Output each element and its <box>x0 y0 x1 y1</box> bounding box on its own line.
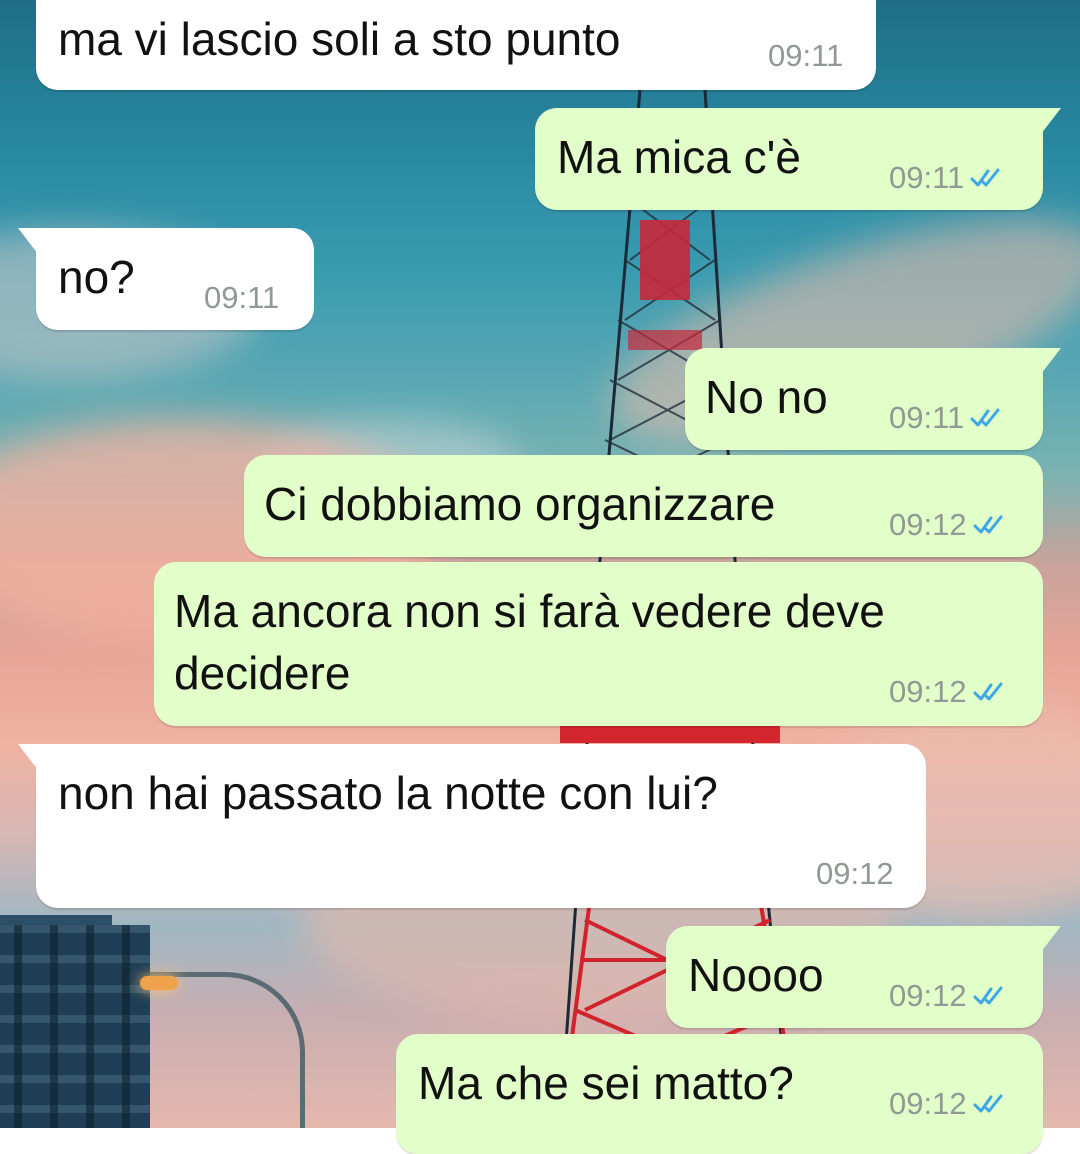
read-receipt-icon <box>973 682 1003 701</box>
message-bubble-outgoing[interactable]: Ma mica c'è 09:11 <box>535 108 1061 210</box>
message-bubble-incoming[interactable]: ma vi lascio soli a sto punto 09:11 <box>36 0 876 90</box>
message-meta: 09:11 <box>204 280 279 316</box>
chat-conversation: ma vi lascio soli a sto punto 09:11 Ma m… <box>0 0 1080 1154</box>
read-receipt-icon <box>970 408 1000 427</box>
message-text: Ma ancora non si farà vedere deve decide… <box>174 585 885 699</box>
message-bubble-incoming[interactable]: no? 09:11 <box>18 228 314 330</box>
message-bubble-outgoing[interactable]: Ci dobbiamo organizzare 09:12 <box>244 455 1043 557</box>
message-timestamp: 09:11 <box>768 38 844 73</box>
read-receipt-icon <box>973 1094 1003 1113</box>
message-text: no? <box>58 251 135 303</box>
message-meta: 09:12 <box>889 507 1009 543</box>
message-timestamp: 09:11 <box>889 400 965 435</box>
message-text: non hai passato la notte con lui? <box>58 767 718 819</box>
message-text: Ma che sei matto? <box>418 1057 794 1109</box>
message-meta: 09:12 <box>816 856 894 892</box>
message-timestamp: 09:12 <box>816 856 894 891</box>
message-text: Noooo <box>688 949 824 1001</box>
message-timestamp: 09:11 <box>204 280 280 315</box>
message-bubble-outgoing[interactable]: Noooo 09:12 <box>666 926 1061 1028</box>
message-text: ma vi lascio soli a sto punto <box>58 13 621 65</box>
read-receipt-icon <box>973 986 1003 1005</box>
message-text: No no <box>705 371 828 423</box>
message-meta: 09:12 <box>889 978 1009 1014</box>
message-timestamp: 09:12 <box>889 674 967 709</box>
message-timestamp: 09:12 <box>889 507 967 542</box>
message-text: Ci dobbiamo organizzare <box>264 478 776 530</box>
message-meta: 09:12 <box>889 1086 1009 1122</box>
read-receipt-icon <box>970 168 1000 187</box>
message-meta: 09:11 <box>889 160 1006 196</box>
message-meta: 09:11 <box>889 400 1006 436</box>
message-text: Ma mica c'è <box>557 131 801 183</box>
message-meta: 09:11 <box>768 38 843 74</box>
message-bubble-outgoing[interactable]: Ma che sei matto? 09:12 <box>396 1034 1043 1154</box>
message-meta: 09:12 <box>889 674 1009 710</box>
message-bubble-incoming[interactable]: non hai passato la notte con lui? 09:12 <box>18 744 926 908</box>
message-timestamp: 09:11 <box>889 160 965 195</box>
message-bubble-outgoing[interactable]: Ma ancora non si farà vedere deve decide… <box>154 562 1043 726</box>
message-timestamp: 09:12 <box>889 978 967 1013</box>
message-bubble-outgoing[interactable]: No no 09:11 <box>685 348 1061 450</box>
read-receipt-icon <box>973 515 1003 534</box>
message-timestamp: 09:12 <box>889 1086 967 1121</box>
